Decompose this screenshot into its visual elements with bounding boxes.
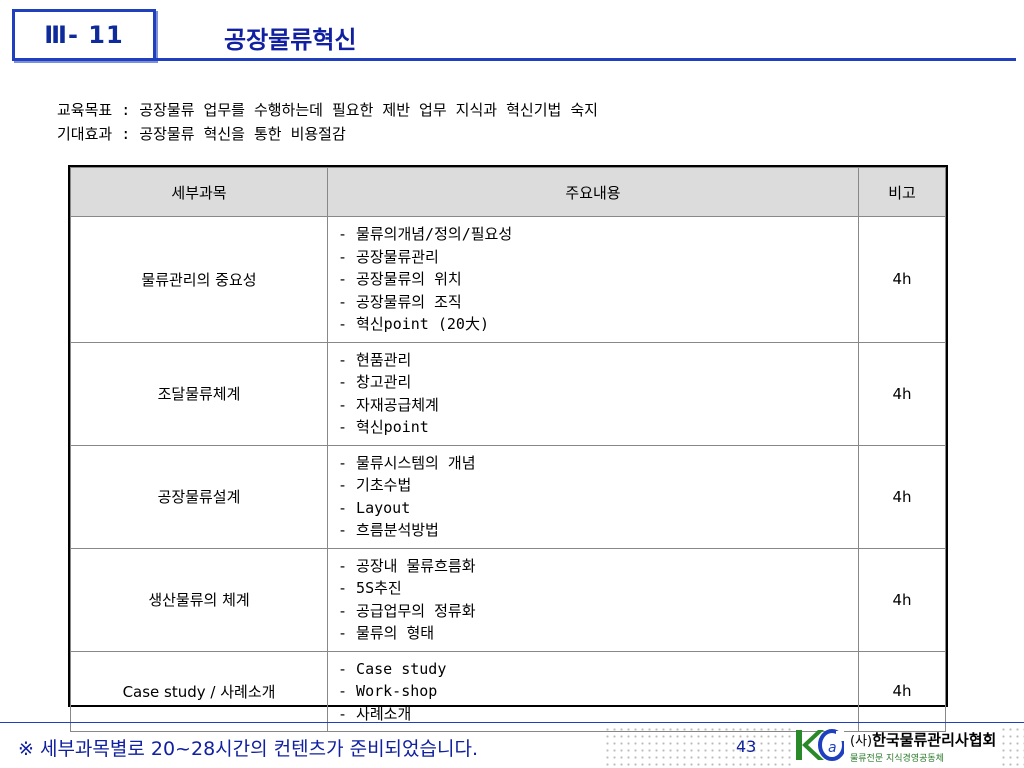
content-line: - 혁신point — [338, 418, 429, 436]
content-line: - 현품관리 — [338, 350, 412, 369]
table-row: 물류관리의 중요성 - 물류의개념/정의/필요성 - 공장물류관리 - 공장물류의 위… — [70, 216, 946, 343]
table-row: 생산물류의 체계 - 공장내 물류흐름화 - 5S추진 - 공급업무의 정류화 - 물류… — [70, 547, 946, 652]
content-line: - 공급업무의 정류화 — [338, 601, 476, 620]
cell-note: 4h — [858, 341, 946, 446]
content-line: - 자재공급체계 — [338, 395, 439, 414]
cell-content: - 현품관리 - 창고관리 - 자재공급체계 - 혁신point — [327, 341, 859, 446]
column-header-subject: 세부과목 — [70, 167, 328, 217]
page-title: 공장물류혁신 — [224, 26, 357, 54]
table-row: Case study / 사례소개 - Case study - Work-shop… — [70, 650, 946, 732]
content-line: - 공장물류의 조직 — [338, 292, 462, 311]
curriculum-table: 세부과목 주요내용 비고 물류관리의 중요성 - 물류의개념/정의/필요성 - 공장… — [70, 167, 946, 732]
cell-subject: 조달물류체계 — [70, 341, 328, 446]
column-header-note: 비고 — [858, 167, 946, 217]
kla-logo-icon: a — [796, 729, 844, 761]
cell-content: - Case study - Work-shop - 사례소개 — [327, 650, 859, 732]
content-line: - 물류시스템의 개념 — [338, 453, 476, 472]
cell-note: 4h — [858, 216, 946, 343]
curriculum-table-wrapper: 세부과목 주요내용 비고 물류관리의 중요성 - 물류의개념/정의/필요성 - 공장… — [68, 165, 948, 732]
content-line: - 5S추진 — [338, 579, 402, 597]
table-row: 공장물류설계 - 물류시스템의 개념 - 기초수법 - Layout - 흐름분석방법 4… — [70, 444, 946, 549]
table-row: 조달물류체계 - 현품관리 - 창고관리 - 자재공급체계 - 혁신point 4h — [70, 341, 946, 446]
expected-effect: 기대효과 : 공장물류 혁신을 통한 비용절감 — [57, 125, 346, 143]
footer-note: ※ 세부과목별로 20~28시간의 컨텐츠가 준비되었습니다. — [18, 738, 478, 760]
content-line: - 흐름분석방법 — [338, 521, 439, 539]
organization-prefix: (사) — [850, 734, 873, 749]
content-line: - 공장내 물류흐름화 — [338, 556, 476, 575]
content-line: - 물류의개념/정의/필요성 — [338, 225, 513, 243]
cell-subject: Case study / 사례소개 — [70, 650, 328, 732]
organization-title: 한국물류관리사협회 — [872, 731, 997, 749]
organization-tagline: 물류전문 지식경영공동체 — [850, 754, 944, 764]
footer-divider — [0, 722, 1024, 723]
cell-content: - 공장내 물류흐름화 - 5S추진 - 공급업무의 정류화 - 물류의 형태 — [327, 547, 859, 652]
content-line: - 물류의 형태 — [338, 624, 435, 642]
column-header-content: 주요내용 — [327, 167, 859, 217]
content-line: - 기초수법 — [338, 476, 412, 494]
table-body: 물류관리의 중요성 - 물류의개념/정의/필요성 - 공장물류관리 - 공장물류의 위… — [70, 216, 946, 732]
content-line: - 공장물류관리 — [338, 247, 439, 266]
cell-subject: 물류관리의 중요성 — [70, 216, 328, 343]
content-line: - 창고관리 — [338, 373, 412, 391]
cell-note: 4h — [858, 547, 946, 652]
cell-content: - 물류의개념/정의/필요성 - 공장물류관리 - 공장물류의 위치 - 공장물류의 … — [327, 216, 859, 343]
section-number: Ⅲ- 11 — [44, 21, 124, 49]
logo-letters: a — [828, 740, 837, 756]
cell-subject: 공장물류설계 — [70, 444, 328, 549]
content-line: - 공장물류의 위치 — [338, 270, 462, 288]
education-goal: 교육목표 : 공장물류 업무를 수행하는데 필요한 제반 업무 지식과 혁신기법… — [57, 101, 598, 119]
section-number-box: Ⅲ- 11 — [12, 9, 156, 61]
objectives-block: 교육목표 : 공장물류 업무를 수행하는데 필요한 제반 업무 지식과 혁신기법… — [57, 98, 598, 146]
footer-dot-pattern-right — [1000, 726, 1024, 766]
cell-note: 4h — [858, 444, 946, 549]
organization-name: (사)한국물류관리사협회 — [850, 729, 996, 750]
content-line: - 혁신point (20大) — [338, 315, 489, 333]
content-line: - Work-shop — [338, 682, 438, 700]
content-line: - Layout — [338, 498, 411, 517]
footer-dot-pattern — [604, 726, 794, 766]
cell-subject: 생산물류의 체계 — [70, 547, 328, 652]
header-divider — [156, 58, 1016, 61]
cell-note: 4h — [858, 650, 946, 732]
table-header-row: 세부과목 주요내용 비고 — [70, 167, 946, 217]
page-number: 43 — [736, 737, 757, 756]
content-line: - Case study — [338, 659, 447, 678]
cell-content: - 물류시스템의 개념 - 기초수법 - Layout - 흐름분석방법 — [327, 444, 859, 549]
